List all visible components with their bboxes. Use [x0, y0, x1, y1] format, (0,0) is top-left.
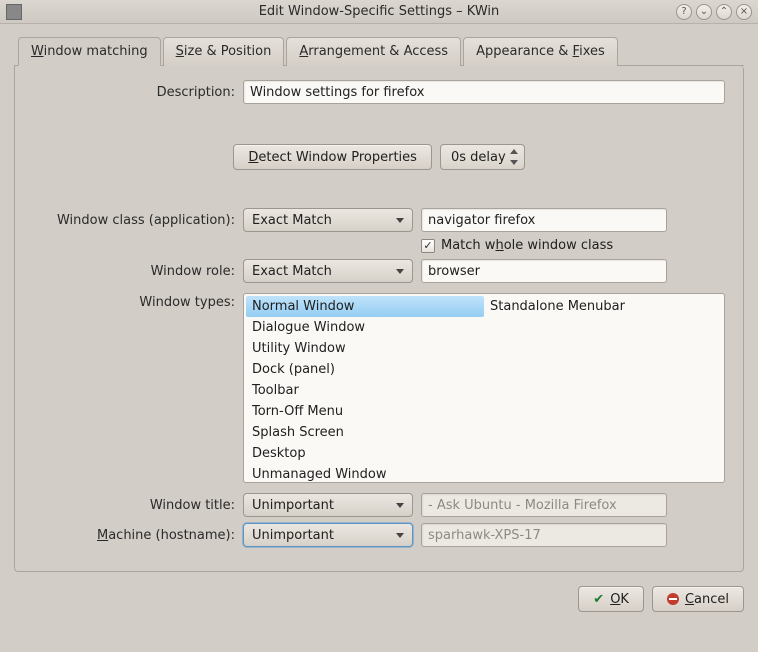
list-item[interactable]: Standalone Menubar — [484, 296, 722, 317]
list-item[interactable]: Splash Screen — [246, 422, 484, 443]
list-item[interactable]: Torn-Off Menu — [246, 401, 484, 422]
detect-window-properties-button[interactable]: Detect Window Properties — [233, 144, 432, 170]
window-class-input[interactable]: navigator firefox — [421, 208, 667, 232]
tab-label: rrangement & Access — [308, 44, 448, 59]
row-window-class: Window class (application): Exact Match … — [33, 208, 725, 232]
window-role-match-combo[interactable]: Exact Match — [243, 259, 413, 283]
ok-icon: ✔ — [593, 592, 604, 607]
window-title: Edit Window-Specific Settings – KWin — [0, 4, 758, 19]
close-button[interactable]: × — [736, 4, 752, 20]
description-input[interactable]: Window settings for firefox — [243, 80, 725, 104]
row-match-whole: ✓ Match whole window class — [33, 238, 725, 253]
machine-input: sparhawk-XPS-17 — [421, 523, 667, 547]
tab-arrangement-access[interactable]: Arrangement & Access — [286, 37, 461, 66]
match-whole-checkbox[interactable]: ✓ — [421, 239, 435, 253]
list-item[interactable]: Utility Window — [246, 338, 484, 359]
tab-label: Appearance & — [476, 44, 572, 59]
window-title-match-combo[interactable]: Unimportant — [243, 493, 413, 517]
machine-match-combo[interactable]: Unimportant — [243, 523, 413, 547]
row-window-title: Window title: Unimportant - Ask Ubuntu -… — [33, 493, 725, 517]
app-icon — [6, 4, 22, 20]
label-window-title: Window title: — [33, 498, 243, 513]
row-description: Description: Window settings for firefox — [33, 80, 725, 104]
row-detect: Detect Window Properties 0s delay — [33, 144, 725, 170]
tab-bar: Window matching Size & Position Arrangem… — [14, 36, 744, 66]
help-button[interactable]: ? — [676, 4, 692, 20]
tab-window-matching[interactable]: Window matching — [18, 37, 161, 66]
row-window-types: Window types: Normal Window Dialogue Win… — [33, 293, 725, 483]
list-item[interactable]: Toolbar — [246, 380, 484, 401]
dialog-button-bar: ✔OK Cancel — [14, 586, 744, 612]
window-buttons: ? ⌄ ⌃ × — [676, 4, 758, 20]
list-item[interactable]: Dialogue Window — [246, 317, 484, 338]
tab-label: indow matching — [44, 44, 148, 59]
minimize-button[interactable]: ⌄ — [696, 4, 712, 20]
label-description: Description: — [33, 85, 243, 100]
label-window-class: Window class (application): — [33, 213, 243, 228]
tab-panel-window-matching: Description: Window settings for firefox… — [14, 66, 744, 572]
list-item[interactable]: Unmanaged Window — [246, 464, 484, 485]
list-item[interactable]: Dock (panel) — [246, 359, 484, 380]
label-window-types: Window types: — [33, 293, 243, 310]
row-window-role: Window role: Exact Match browser — [33, 259, 725, 283]
cancel-icon — [667, 593, 679, 605]
window-role-input[interactable]: browser — [421, 259, 667, 283]
window-types-col2: Standalone Menubar — [484, 296, 722, 480]
tab-label: ize & Position — [184, 44, 271, 59]
row-machine: Machine (hostname): Unimportant sparhawk… — [33, 523, 725, 547]
list-item[interactable]: Desktop — [246, 443, 484, 464]
delay-spinbox[interactable]: 0s delay — [440, 144, 525, 170]
dialog-content: Window matching Size & Position Arrangem… — [0, 24, 758, 626]
ok-button[interactable]: ✔OK — [578, 586, 644, 612]
window-class-match-combo[interactable]: Exact Match — [243, 208, 413, 232]
label-machine: Machine (hostname): — [33, 528, 243, 543]
tab-appearance-fixes[interactable]: Appearance & Fixes — [463, 37, 618, 66]
tab-size-position[interactable]: Size & Position — [163, 37, 285, 66]
label-match-whole: Match whole window class — [441, 238, 613, 253]
cancel-button[interactable]: Cancel — [652, 586, 744, 612]
label-window-role: Window role: — [33, 264, 243, 279]
window-title-input: - Ask Ubuntu - Mozilla Firefox — [421, 493, 667, 517]
list-item[interactable]: Normal Window — [246, 296, 484, 317]
window-types-listbox[interactable]: Normal Window Dialogue Window Utility Wi… — [243, 293, 725, 483]
titlebar: Edit Window-Specific Settings – KWin ? ⌄… — [0, 0, 758, 24]
window-types-col1: Normal Window Dialogue Window Utility Wi… — [246, 296, 484, 480]
maximize-button[interactable]: ⌃ — [716, 4, 732, 20]
